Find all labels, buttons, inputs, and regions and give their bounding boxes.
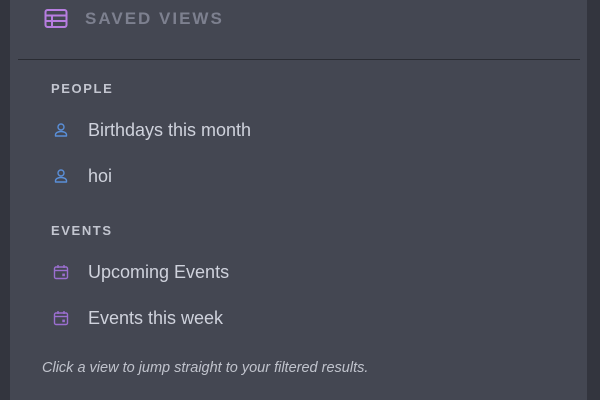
- person-icon: [53, 122, 69, 138]
- help-hint: Click a view to jump straight to your fi…: [42, 360, 369, 376]
- header-divider: [18, 59, 580, 60]
- panel-header: SAVED VIEWS: [10, 0, 587, 60]
- calendar-icon: [53, 264, 69, 280]
- person-icon: [53, 168, 69, 184]
- panel-title: SAVED VIEWS: [85, 9, 224, 28]
- saved-view-hoi[interactable]: hoi: [50, 158, 550, 194]
- saved-view-events-this-week[interactable]: Events this week: [50, 300, 550, 336]
- section-label-events: EVENTS: [51, 223, 113, 238]
- saved-views-panel: SAVED VIEWS PEOPLE Birthdays this month …: [10, 0, 587, 400]
- saved-view-label: Birthdays this month: [88, 119, 252, 140]
- calendar-icon: [53, 310, 69, 326]
- saved-view-label: Events this week: [88, 307, 224, 328]
- saved-view-label: hoi: [88, 165, 113, 186]
- saved-view-label: Upcoming Events: [88, 261, 230, 282]
- table-icon: [44, 8, 68, 30]
- section-label-people: PEOPLE: [51, 81, 114, 96]
- saved-view-birthdays-this-month[interactable]: Birthdays this month: [50, 112, 550, 148]
- saved-view-upcoming-events[interactable]: Upcoming Events: [50, 254, 550, 290]
